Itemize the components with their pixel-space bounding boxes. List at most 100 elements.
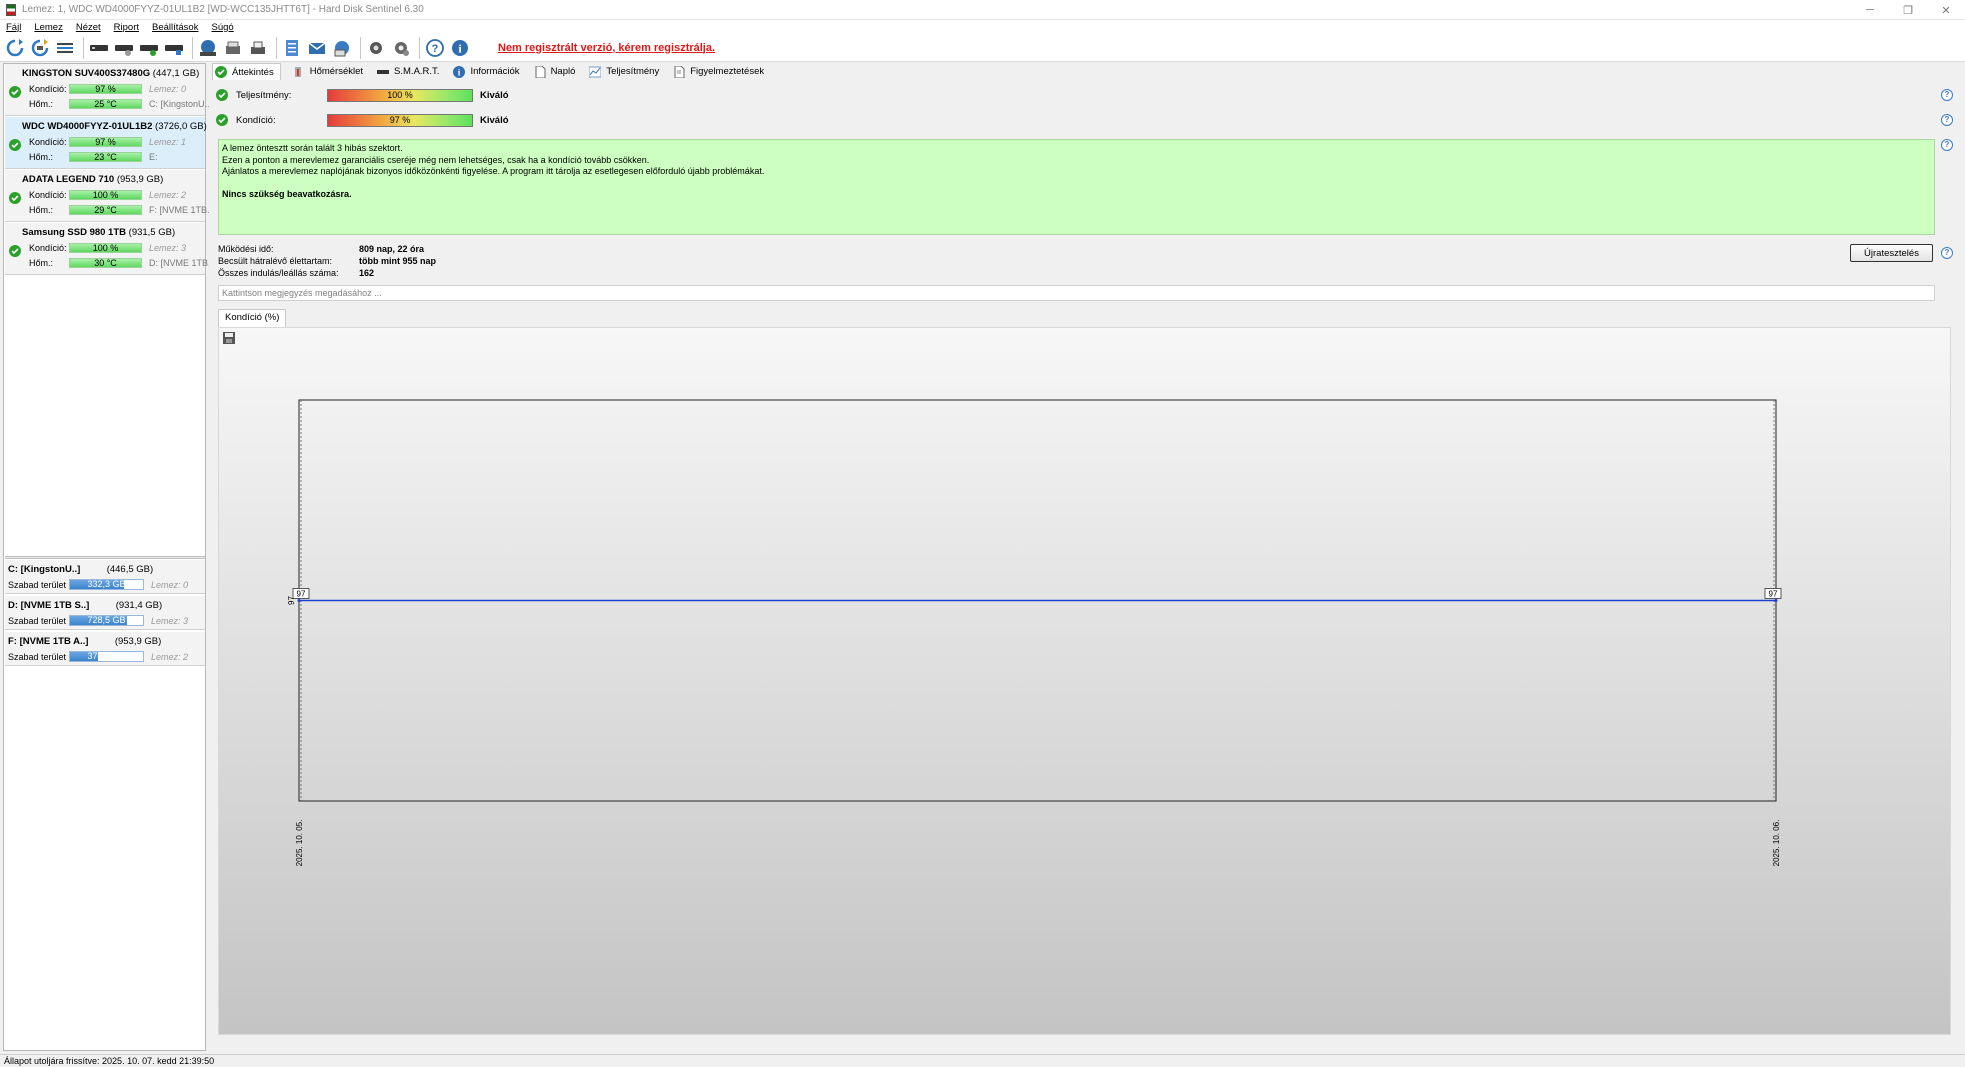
disk-ok-icon[interactable] — [138, 37, 160, 59]
menu-report[interactable]: Riport — [114, 22, 139, 33]
export-icon[interactable] — [222, 37, 244, 59]
disk-number: Lemez: 2 — [151, 651, 189, 662]
overview-panel: Teljesítmény: 100 % Kiváló ? Kondíció: 9… — [212, 80, 1957, 1051]
panel-splitter[interactable] — [5, 556, 205, 559]
settings-icon[interactable] — [365, 37, 387, 59]
performance-verdict: Kiváló — [480, 89, 509, 101]
free-space-bar: 728,5 GB — [69, 615, 144, 626]
volume-label: E: — [149, 152, 158, 162]
refresh-icon[interactable] — [4, 37, 26, 59]
maximize-button[interactable]: ❐ — [1889, 0, 1927, 20]
info-icon: i — [453, 65, 466, 78]
web-report-icon[interactable] — [331, 37, 353, 59]
tab-information[interactable]: i Információk — [451, 63, 521, 80]
volume-name: F: [NVME 1TB A..] — [8, 636, 89, 647]
disk-name: WDC WD4000FYYZ-01UL1B2 — [22, 121, 153, 132]
disk-info-icon[interactable] — [163, 37, 185, 59]
ok-check-icon — [215, 66, 227, 78]
title-bar: Lemez: 1, WDC WD4000FYYZ-01UL1B2 [WD-WCC… — [0, 0, 1965, 20]
help-icon[interactable]: ? — [1941, 247, 1953, 259]
condition-row: Kondíció: 100 % Lemez: 2 — [29, 190, 186, 200]
svg-text:?: ? — [432, 43, 439, 55]
help-icon[interactable]: ? — [1941, 89, 1953, 101]
condition-label: Kondíció: — [236, 114, 276, 126]
performance-row: Teljesítmény: 100 % Kiváló ? — [212, 85, 1957, 105]
performance-label: Teljesítmény: — [236, 89, 292, 101]
alert-settings-icon[interactable] — [390, 37, 412, 59]
disk-number: Lemez: 3 — [149, 243, 187, 253]
condition-row: Kondíció: 97 % Lemez: 1 — [29, 137, 186, 147]
disk-list-panel: KINGSTON SUV400S37480G (447,1 GB) Kondíc… — [3, 63, 209, 1051]
tab-condition-chart[interactable]: Kondíció (%) — [218, 309, 287, 327]
volume-item[interactable]: D: [NVME 1TB S..] (931,4 GB) Szabad terü… — [5, 596, 205, 630]
refresh-all-icon[interactable] — [29, 37, 51, 59]
disk-test-icon[interactable] — [113, 37, 135, 59]
disk-item[interactable]: WDC WD4000FYYZ-01UL1B2 (3726,0 GB) Kondí… — [5, 117, 207, 169]
ok-check-icon — [216, 114, 228, 129]
help-icon[interactable]: ? — [424, 37, 446, 59]
menu-disk[interactable]: Lemez — [34, 22, 63, 33]
tab-label: Figyelmeztetések — [690, 66, 765, 77]
toolbar: ? i Nem regisztrált verzió, kérem regisz… — [0, 34, 1965, 62]
tab-bar: Áttekintés Hőmérséklet S.M.A.R.T. i Info… — [212, 63, 1962, 80]
tab-alerts[interactable]: Figyelmeztetések — [671, 63, 766, 80]
disk-title: KINGSTON SUV400S37480G (447,1 GB) — [22, 68, 199, 79]
volume-item[interactable]: F: [NVME 1TB A..] (953,9 GB) Szabad terü… — [5, 632, 205, 666]
start-count-label: Összes indulás/leállás száma: — [218, 268, 339, 278]
menu-settings[interactable]: Beállítások — [152, 22, 198, 33]
uptime-label: Működési idő: — [218, 244, 274, 254]
print-icon[interactable] — [247, 37, 269, 59]
report-icon[interactable] — [281, 37, 303, 59]
free-space-label: Szabad terület — [8, 651, 67, 662]
disk-item[interactable]: KINGSTON SUV400S37480G (447,1 GB) Kondíc… — [5, 64, 209, 116]
window-controls: ─ ❐ ✕ — [1851, 0, 1965, 20]
disk-size: (3726,0 GB) — [155, 121, 207, 132]
minimize-button[interactable]: ─ — [1851, 0, 1889, 20]
volume-item[interactable]: C: [KingstonU..] (446,5 GB) Szabad terül… — [5, 560, 205, 594]
disk-name: ADATA LEGEND 710 — [22, 174, 115, 185]
disk-item[interactable]: ADATA LEGEND 710 (953,9 GB) Kondíció: 100… — [5, 170, 209, 222]
temperature-row: Hőm.: 29 °C F: [NVME 1TB... — [29, 205, 209, 215]
disk-item[interactable]: Samsung SSD 980 1TB (931,5 GB) Kondíció:… — [5, 223, 209, 275]
right-edge — [1958, 63, 1965, 1053]
free-space-bar: 332,3 GB — [69, 579, 144, 590]
data-point — [297, 599, 301, 602]
volume-label: D: [NVME 1TB... — [149, 258, 209, 268]
help-icon[interactable]: ? — [1941, 114, 1953, 126]
tab-smart[interactable]: S.M.A.R.T. — [375, 63, 441, 80]
tab-temperature[interactable]: Hőmérséklet — [291, 63, 365, 80]
tab-overview[interactable]: Áttekintés — [212, 63, 281, 80]
free-space-bar: 376,3 GB — [69, 651, 144, 662]
condition-value: 97 % — [389, 115, 411, 125]
help-icon[interactable]: ? — [1941, 139, 1953, 151]
ok-check-icon — [9, 86, 21, 101]
disk-number: Lemez: 3 — [151, 615, 189, 626]
note-input[interactable]: Kattintson megjegyzés megadásához ... — [218, 285, 1935, 301]
free-space-label: Szabad terület — [8, 615, 67, 626]
temperature-row: Hőm.: 23 °C E: — [29, 152, 209, 162]
disk-icon[interactable] — [88, 37, 110, 59]
thermometer-icon — [293, 66, 305, 78]
window-title: Lemez: 1, WDC WD4000FYYZ-01UL1B2 [WD-WCC… — [22, 4, 424, 15]
list-icon[interactable] — [54, 37, 76, 59]
menu-view[interactable]: Nézet — [76, 22, 101, 33]
mail-icon[interactable] — [306, 37, 328, 59]
disk-name: KINGSTON SUV400S37480G — [22, 68, 151, 79]
close-button[interactable]: ✕ — [1927, 0, 1965, 20]
globe-icon[interactable] — [197, 37, 219, 59]
menu-help[interactable]: Súgó — [211, 22, 233, 33]
menu-file[interactable]: Fájl — [6, 22, 21, 33]
free-space-value: 376,3 GB — [87, 651, 126, 661]
condition-label: Kondíció: — [29, 243, 67, 253]
register-link[interactable]: Nem regisztrált verzió, kérem regisztrál… — [498, 42, 715, 54]
tab-performance[interactable]: Teljesítmény — [587, 63, 661, 80]
chart-plot: 97972025. 10. 05.972025. 10. 06. — [287, 399, 1782, 866]
volume-size: (931,4 GB) — [115, 600, 163, 611]
data-label: 97 — [297, 590, 306, 599]
toolbar-separator — [276, 36, 277, 59]
retest-button[interactable]: Újratesztelés — [1850, 244, 1933, 262]
tab-log[interactable]: Napló — [532, 63, 578, 80]
volume-title: F: [NVME 1TB A..] (953,9 GB) — [8, 636, 161, 647]
info-icon[interactable]: i — [449, 37, 471, 59]
data-label: 97 — [1769, 590, 1778, 599]
